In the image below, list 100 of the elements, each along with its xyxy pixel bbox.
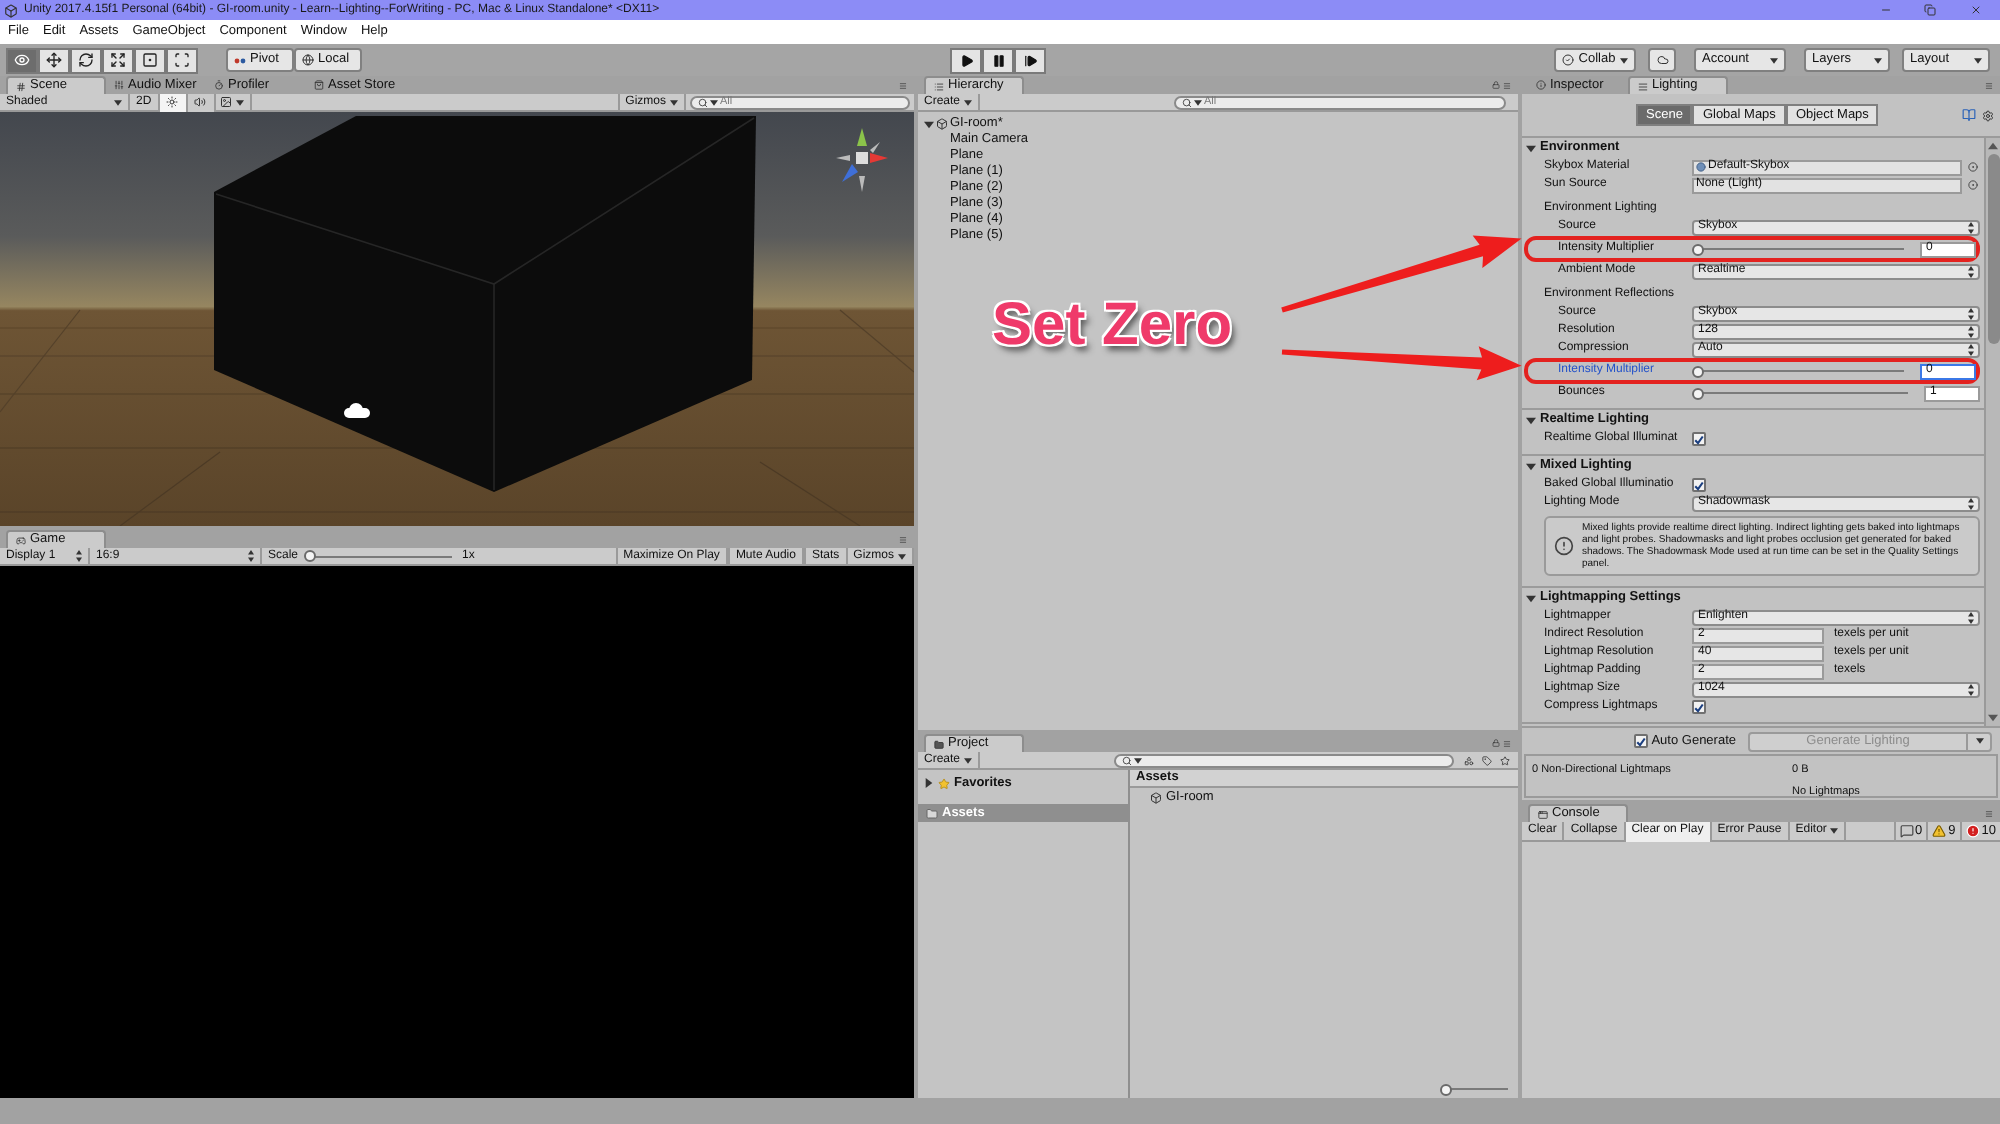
checkbox[interactable] bbox=[1633, 734, 1648, 748]
tool-button[interactable] bbox=[70, 47, 102, 73]
updown-arrows-icon bbox=[1968, 683, 1974, 695]
search-icon bbox=[1182, 97, 1192, 107]
tool-button[interactable] bbox=[102, 47, 134, 73]
window-icon bbox=[1538, 809, 1548, 819]
slider-thumb[interactable] bbox=[1692, 365, 1704, 377]
info-icon bbox=[1536, 80, 1546, 90]
close-icon bbox=[1970, 4, 1982, 16]
circle-dot-icon bbox=[1968, 162, 1978, 172]
caret-icon bbox=[1134, 757, 1142, 763]
gamepad-icon bbox=[16, 535, 26, 545]
caret-icon bbox=[964, 757, 973, 763]
check-circle-icon bbox=[1562, 54, 1574, 66]
speech-bubble-icon bbox=[1899, 824, 1914, 838]
updown-arrows-icon bbox=[248, 550, 254, 562]
play-icon bbox=[959, 53, 973, 67]
pause-button[interactable] bbox=[982, 47, 1014, 73]
tool-button[interactable] bbox=[134, 47, 166, 73]
slider-thumb[interactable] bbox=[1692, 243, 1704, 255]
slider-thumb[interactable] bbox=[1440, 1083, 1452, 1095]
grid-icon bbox=[16, 81, 26, 91]
cloud-icon[interactable] bbox=[344, 403, 370, 418]
filter-type-button[interactable] bbox=[1460, 751, 1478, 769]
image-icon bbox=[220, 96, 233, 108]
warning-icon bbox=[1932, 824, 1947, 838]
checkmark-icon bbox=[1694, 479, 1704, 491]
lines-icon bbox=[1638, 81, 1648, 91]
audio-toggle[interactable] bbox=[187, 93, 216, 111]
updown-arrows-icon bbox=[1968, 307, 1974, 319]
speaker-icon bbox=[194, 96, 207, 108]
step-button[interactable] bbox=[1014, 47, 1046, 73]
filter-label-button[interactable] bbox=[1478, 751, 1496, 769]
settings-icon bbox=[1982, 109, 1994, 121]
updown-arrows-icon bbox=[1968, 265, 1974, 277]
pivot-dots-icon bbox=[234, 55, 246, 65]
circle-dot-icon bbox=[1968, 180, 1978, 190]
slider-track[interactable] bbox=[1440, 1082, 1512, 1096]
favorite-button[interactable] bbox=[1496, 751, 1514, 769]
triangle-icon[interactable] bbox=[1526, 415, 1536, 425]
checkbox[interactable] bbox=[1692, 700, 1706, 714]
menu-icon bbox=[898, 81, 908, 89]
scan-icon bbox=[174, 52, 190, 68]
annotation-text: Set Zero bbox=[992, 294, 1233, 358]
menu-icon bbox=[1502, 81, 1512, 89]
slider-track[interactable] bbox=[1692, 386, 1912, 400]
step-forward-icon bbox=[1023, 53, 1037, 67]
menu-icon bbox=[898, 535, 908, 543]
triangle-icon[interactable] bbox=[924, 778, 934, 788]
triangle-icon[interactable] bbox=[1526, 461, 1536, 471]
lock-icon bbox=[1492, 738, 1500, 748]
triangle-icon[interactable] bbox=[924, 119, 934, 129]
updown-arrows-icon bbox=[1968, 221, 1974, 233]
caret-icon bbox=[1620, 57, 1628, 63]
eye-icon bbox=[14, 52, 30, 68]
sun-icon bbox=[166, 96, 179, 108]
search-field[interactable] bbox=[1114, 753, 1454, 767]
caret-icon bbox=[964, 99, 973, 105]
book-icon bbox=[1962, 108, 1976, 122]
rotate-icon bbox=[78, 52, 94, 68]
caret-icon bbox=[1830, 828, 1839, 834]
error-icon bbox=[1965, 824, 1980, 838]
cloud-button[interactable] bbox=[1648, 48, 1676, 72]
lighting-toggle[interactable] bbox=[159, 93, 188, 111]
folder-icon bbox=[926, 807, 938, 819]
restore-icon bbox=[1924, 4, 1936, 16]
caret-icon bbox=[236, 99, 245, 105]
updown-arrows-icon bbox=[1968, 325, 1974, 337]
scrollbar[interactable] bbox=[1984, 138, 2000, 726]
slider-track[interactable] bbox=[1692, 364, 1908, 378]
sphere-icon bbox=[1696, 162, 1706, 172]
checkbox[interactable] bbox=[1692, 478, 1706, 492]
caret-icon bbox=[670, 99, 678, 105]
updown-arrows-icon bbox=[1968, 611, 1974, 623]
play-button[interactable] bbox=[950, 47, 982, 73]
cloud-icon bbox=[1655, 54, 1669, 66]
tool-button[interactable] bbox=[166, 47, 198, 73]
tool-button[interactable] bbox=[6, 47, 38, 73]
triangle-icon[interactable] bbox=[1526, 143, 1536, 153]
slider-thumb[interactable] bbox=[1692, 387, 1704, 399]
move-icon bbox=[46, 52, 62, 68]
caret-icon bbox=[1874, 57, 1882, 63]
menu-icon bbox=[1502, 739, 1512, 747]
caret-icon bbox=[1194, 99, 1202, 105]
checkmark-icon bbox=[1694, 433, 1704, 445]
slider-track[interactable] bbox=[1692, 242, 1908, 256]
triangle-icon[interactable] bbox=[1526, 593, 1536, 603]
cube-icon bbox=[1150, 791, 1162, 803]
scrollbar-thumb[interactable] bbox=[1987, 154, 1999, 344]
scale-icon bbox=[110, 52, 126, 68]
globe-icon bbox=[302, 54, 314, 66]
checkbox[interactable] bbox=[1692, 432, 1706, 446]
slider-thumb[interactable] bbox=[304, 550, 317, 562]
list-icon bbox=[934, 81, 944, 91]
caret-icon bbox=[1770, 57, 1778, 63]
axis-gizmo-icon[interactable] bbox=[834, 126, 890, 194]
star-icon bbox=[938, 777, 950, 789]
updown-arrows-icon bbox=[1968, 343, 1974, 355]
tool-button[interactable] bbox=[38, 47, 70, 73]
shapes-icon bbox=[1464, 755, 1474, 765]
